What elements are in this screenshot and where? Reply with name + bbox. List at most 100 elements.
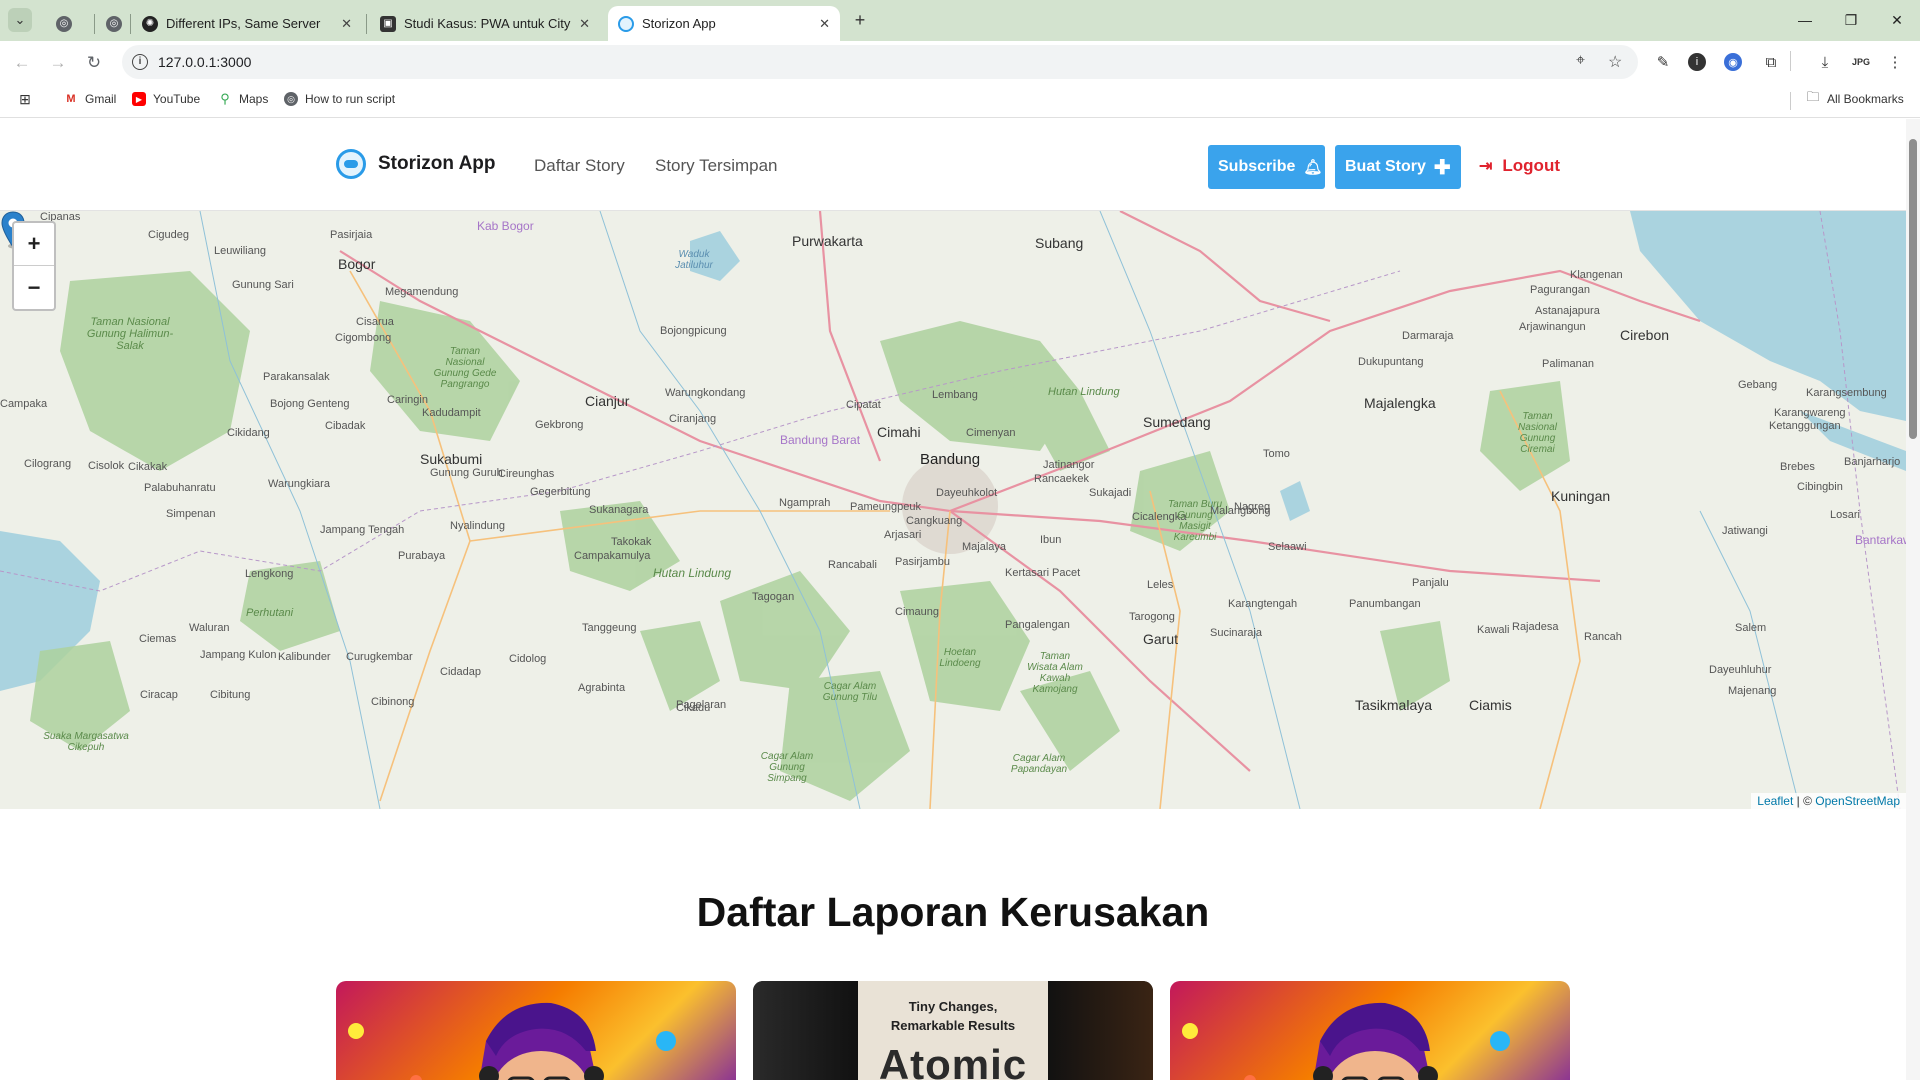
buat-story-button[interactable]: Buat Story ✚ — [1335, 145, 1461, 189]
subscribe-button[interactable]: Subscribe 🔔︎ — [1208, 145, 1325, 189]
map-label: Pacet — [1052, 567, 1081, 579]
location-pin-icon[interactable]: ⌖ — [1576, 52, 1585, 70]
back-arrow-icon[interactable]: ← — [8, 49, 36, 77]
site-info-icon[interactable]: i — [132, 54, 148, 70]
map-label: Ciranjang — [669, 413, 717, 425]
tab-studi-kasus[interactable]: ▣ Studi Kasus: PWA untuk CityCar ✕ — [370, 6, 600, 41]
story-card-2[interactable]: Tiny Changes, Remarkable Results Atomic — [753, 981, 1153, 1080]
bookmark-star-icon[interactable]: ☆ — [1608, 52, 1622, 72]
brand[interactable]: Storizon App — [336, 149, 496, 179]
apps-grid-icon[interactable]: ⊞ — [18, 91, 39, 107]
map-label: Cibadak — [325, 420, 366, 432]
new-tab-plus-icon[interactable]: + — [848, 8, 872, 32]
globe-icon: ◎ — [106, 15, 122, 32]
download-icon[interactable]: ⤓ — [1814, 51, 1836, 73]
map-label: Karangtengah — [1228, 598, 1298, 610]
page-scrollbar[interactable] — [1906, 119, 1920, 1080]
nav-story-tersimpan[interactable]: Story Tersimpan — [655, 156, 778, 176]
minimize-icon[interactable]: — — [1782, 6, 1828, 34]
map-label: Salem — [1735, 622, 1767, 634]
map-label: Sukajadi — [1089, 487, 1132, 499]
forest-areas — [30, 271, 1570, 801]
map-label: Cimahi — [877, 424, 921, 440]
bookmarks-separator — [1790, 92, 1791, 110]
tab-storizon-active[interactable]: Storizon App ✕ — [608, 6, 840, 41]
forward-arrow-icon[interactable]: → — [44, 49, 72, 77]
map-label: Perhutani — [246, 607, 294, 619]
map-zoom-control: + − — [12, 221, 56, 311]
logout-label: Logout — [1502, 156, 1560, 175]
nav-daftar-story[interactable]: Daftar Story — [534, 156, 625, 176]
map-label: Tasikmalaya — [1355, 697, 1433, 713]
book-subtitle-line1: Tiny Changes, — [908, 999, 998, 1014]
map-label: Pangalengan — [1005, 619, 1070, 631]
openstreetmap-link[interactable]: OpenStreetMap — [1815, 794, 1900, 808]
story-card-1[interactable] — [336, 981, 736, 1080]
browser-toolbar: ← → ↻ i 127.0.0.1:3000 ⌖ ☆ ✎ i ◉ ⧉ ⤓ JPG… — [0, 41, 1920, 84]
book-cover: Tiny Changes, Remarkable Results Atomic — [858, 981, 1048, 1080]
map-label: Ciamis — [1469, 697, 1512, 713]
map-label: Gekbrong — [535, 419, 584, 431]
map-label: Dayeuhkolot — [936, 487, 998, 499]
bookmark-maps[interactable]: ⚲ Maps — [218, 91, 268, 106]
leaflet-link[interactable]: Leaflet — [1757, 794, 1793, 808]
book-title: Atomic — [878, 1041, 1028, 1080]
tab-search-icon[interactable]: ⌄ — [8, 8, 32, 32]
map-label: Gunung Sari — [232, 279, 294, 291]
more-menu-icon[interactable]: ⋮ — [1884, 51, 1906, 73]
map-label: Gebang — [1738, 379, 1778, 391]
map-label: Pagurangan — [1530, 284, 1590, 296]
reload-icon[interactable]: ↻ — [80, 49, 108, 77]
bookmark-gmail[interactable]: M Gmail — [64, 92, 116, 106]
tab-title: Studi Kasus: PWA untuk CityCar — [404, 16, 571, 31]
scrollbar-thumb[interactable] — [1909, 139, 1917, 439]
jatigede-reservoir — [1280, 481, 1310, 521]
close-icon[interactable]: ✕ — [819, 16, 830, 32]
tab-different-ips[interactable]: ✺ Different IPs, Same Server ✕ — [132, 6, 362, 41]
pen-extension-icon[interactable]: ✎ — [1652, 51, 1674, 73]
url-text[interactable]: 127.0.0.1:3000 — [158, 54, 251, 70]
map-label: Cibitung — [210, 689, 251, 701]
map-label: Sumedang — [1143, 414, 1211, 430]
map-label: Astanajapura — [1535, 305, 1600, 317]
map-label: Bogor — [338, 256, 376, 272]
map-label: Cibingbin — [1797, 481, 1843, 493]
bookmark-how-to-run-script[interactable]: ◎ How to run script — [284, 92, 395, 106]
zoom-in-button[interactable]: + — [14, 223, 54, 266]
logout-button[interactable]: ⇥ Logout — [1479, 156, 1560, 176]
map-label: Nagreg — [1234, 501, 1271, 513]
map-label: Panjalu — [1412, 577, 1449, 589]
all-bookmarks[interactable]: 🗀 All Bookmarks — [1806, 89, 1903, 106]
map-label: Cirebon — [1620, 327, 1670, 343]
close-icon[interactable]: ✕ — [341, 16, 352, 32]
address-bar[interactable]: i 127.0.0.1:3000 ⌖ ☆ — [122, 45, 1638, 79]
map-label: Cidadap — [440, 666, 481, 678]
info-extension-icon[interactable]: i — [1688, 53, 1706, 71]
jpg-extension-icon[interactable]: JPG — [1850, 51, 1872, 73]
map-label: Karangwareng — [1774, 407, 1846, 419]
window-close-icon[interactable]: ✕ — [1874, 6, 1920, 34]
plus-icon: ✚ — [1433, 156, 1451, 179]
blue-extension-icon[interactable]: ◉ — [1724, 53, 1742, 71]
map-label: Bojongpicung — [660, 325, 727, 337]
map-label: Suaka Margasatwa Cikepuh — [43, 731, 129, 753]
tab-pinned-1[interactable]: ◎ — [46, 6, 86, 41]
map-label: Campakamulya — [574, 550, 651, 562]
bookmark-youtube[interactable]: ▶ YouTube — [132, 92, 200, 106]
map-label: Taman Nasional Gunung Halimun-Salak — [86, 316, 174, 352]
attribution-separator: | © — [1796, 794, 1812, 808]
tab-pinned-2[interactable]: ◎ — [96, 6, 132, 41]
map-label: Ciracap — [140, 689, 178, 701]
bell-icon: 🔔︎ — [1303, 159, 1323, 176]
puzzle-extensions-icon[interactable]: ⧉ — [1760, 51, 1782, 73]
app-header: Storizon App Daftar Story Story Tersimpa… — [0, 119, 1906, 211]
story-card-3[interactable] — [1170, 981, 1570, 1080]
zoom-out-button[interactable]: − — [14, 266, 54, 309]
restore-icon[interactable]: ❐ — [1828, 6, 1874, 34]
close-icon[interactable]: ✕ — [579, 16, 590, 32]
map-label: Pameungpeuk — [850, 501, 921, 513]
story-map[interactable]: Purwakarta Subang Bogor Kab Bogor Cianju… — [0, 211, 1906, 809]
map-label: Bojong Genteng — [270, 398, 350, 410]
map-label: Arjawinangun — [1519, 321, 1586, 333]
story-image-illustration — [1182, 1002, 1510, 1080]
